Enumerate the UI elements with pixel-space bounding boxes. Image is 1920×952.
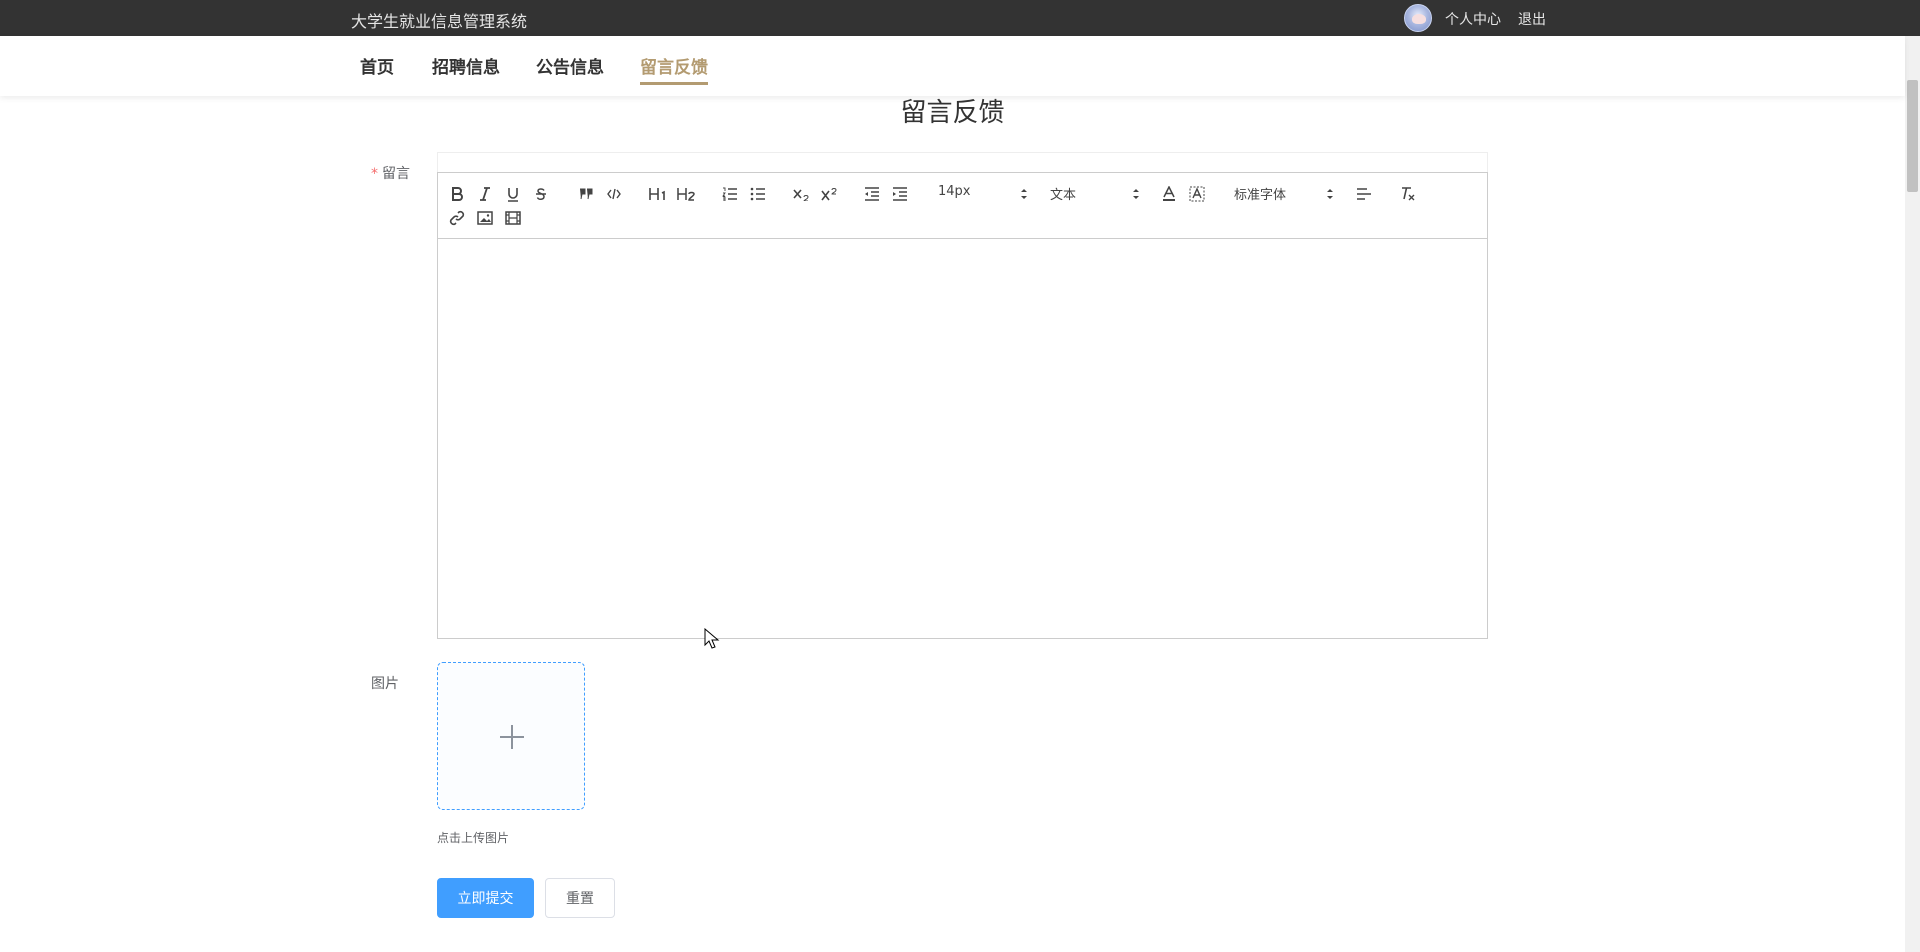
submit-button[interactable]: 立即提交: [437, 878, 534, 918]
editor-toolbar: 14px 文本 标准字体: [438, 173, 1487, 239]
select-caret-icon: [1021, 189, 1027, 199]
logout-link[interactable]: 退出: [1518, 9, 1546, 29]
bold-button[interactable]: [446, 184, 468, 204]
message-label-text: 留言: [382, 166, 410, 182]
profile-link[interactable]: 个人中心: [1445, 9, 1501, 29]
message-label: * 留言: [371, 163, 410, 183]
main-nav: 首页 招聘信息 公告信息 留言反馈: [0, 36, 1905, 96]
subscript-button[interactable]: [790, 184, 812, 204]
nav-item-jobs[interactable]: 招聘信息: [432, 53, 500, 78]
select-caret-icon: [1327, 189, 1333, 199]
plus-icon-vertical: [511, 725, 513, 749]
video-button[interactable]: [502, 208, 524, 228]
font-family-select[interactable]: 标准字体: [1234, 184, 1334, 204]
italic-button[interactable]: [474, 184, 496, 204]
reset-button[interactable]: 重置: [545, 878, 615, 918]
image-label: 图片: [371, 676, 399, 692]
page-title: 留言反馈: [900, 98, 1005, 128]
blockquote-button[interactable]: [575, 184, 597, 204]
font-family-value: 标准字体: [1234, 188, 1287, 203]
font-size-value: 14px: [938, 184, 971, 199]
select-caret-icon: [1133, 189, 1139, 199]
editor-content-area[interactable]: [438, 239, 1487, 639]
user-avatar[interactable]: [1404, 4, 1432, 32]
link-button[interactable]: [446, 208, 468, 228]
header-value: 文本: [1050, 188, 1077, 203]
nav-item-feedback[interactable]: 留言反馈: [640, 53, 708, 85]
background-color-button[interactable]: [1186, 184, 1208, 204]
font-size-select[interactable]: 14px: [938, 184, 1028, 204]
underline-button[interactable]: [502, 184, 524, 204]
align-button[interactable]: [1353, 184, 1375, 204]
mouse-cursor-icon: [704, 628, 720, 649]
site-title: 大学生就业信息管理系统: [351, 12, 528, 31]
nav-item-home[interactable]: 首页: [360, 53, 394, 78]
ordered-list-button[interactable]: [719, 184, 741, 204]
required-mark: *: [371, 166, 378, 182]
image-button[interactable]: [474, 208, 496, 228]
upload-tip: 点击上传图片: [437, 831, 510, 845]
heading-1-button[interactable]: [647, 184, 669, 204]
bullet-list-button[interactable]: [747, 184, 769, 204]
editor-top-border: [437, 152, 1488, 172]
rich-text-editor: 14px 文本 标准字体: [437, 172, 1488, 639]
text-color-button[interactable]: [1158, 184, 1180, 204]
indent-button[interactable]: [889, 184, 911, 204]
page-scrollbar-thumb[interactable]: [1907, 80, 1918, 192]
heading-2-button[interactable]: [675, 184, 697, 204]
top-bar: 大学生就业信息管理系统 个人中心 退出: [0, 0, 1920, 36]
outdent-button[interactable]: [861, 184, 883, 204]
superscript-button[interactable]: [818, 184, 840, 204]
header-select[interactable]: 文本: [1050, 184, 1140, 204]
image-upload[interactable]: [437, 662, 585, 810]
clear-format-button[interactable]: [1397, 184, 1419, 204]
code-block-button[interactable]: [603, 184, 625, 204]
nav-item-notices[interactable]: 公告信息: [536, 53, 604, 78]
strikethrough-button[interactable]: [530, 184, 552, 204]
